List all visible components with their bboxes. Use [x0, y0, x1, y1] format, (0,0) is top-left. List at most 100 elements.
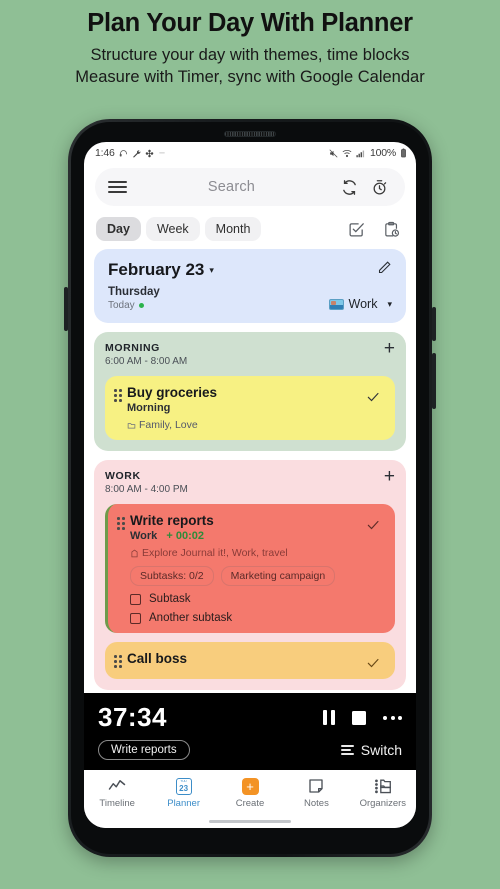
section-title: WORK [105, 470, 141, 482]
promo-subtitle-line1: Structure your day with themes, time blo… [90, 45, 410, 64]
day-of-week: Thursday [108, 286, 160, 298]
note-icon [308, 777, 324, 795]
battery-icon [400, 148, 407, 158]
task-complete-checkmark-icon[interactable] [362, 513, 384, 624]
theme-chevron-down-icon[interactable]: ▾ [387, 299, 392, 310]
task-pill-row: Subtasks: 0/2 Marketing campaign [130, 566, 362, 586]
mute-icon [329, 148, 338, 158]
section-morning: MORNING 6:00 AM - 8:00 AM + Buy grocerie… [94, 332, 406, 451]
drag-handle-icon[interactable] [114, 385, 127, 431]
bottom-navigation: Timeline THU 23 Planner + Create Notes O… [84, 770, 416, 828]
sync-icon[interactable] [336, 174, 362, 200]
add-task-button[interactable]: + [384, 467, 395, 486]
task-card-write-reports[interactable]: Write reports Work + 00:02 Explore Journ… [105, 504, 395, 633]
theme-selector[interactable]: Work ▾ [328, 297, 392, 311]
task-title: Write reports [130, 513, 214, 528]
nav-item-notes[interactable]: Notes [283, 777, 349, 809]
nav-label: Planner [167, 798, 200, 809]
subtask-checkbox-icon[interactable] [130, 593, 141, 605]
promo-subtitle-line2: Measure with Timer, sync with Google Cal… [75, 67, 425, 86]
status-time: 1:46 [95, 147, 115, 159]
page-title[interactable]: February 23 [108, 260, 204, 280]
drag-handle-icon[interactable] [117, 513, 130, 624]
today-text: Today [108, 300, 135, 311]
nav-label: Notes [304, 798, 329, 809]
nav-label: Organizers [359, 798, 407, 809]
theme-label[interactable]: Work [349, 297, 378, 311]
task-complete-checkmark-icon[interactable] [362, 385, 384, 431]
tab-day[interactable]: Day [96, 217, 141, 241]
more-options-icon[interactable] [383, 715, 402, 720]
headphone-icon [119, 149, 128, 158]
task-title: Buy groceries [127, 385, 218, 400]
fan-icon [145, 149, 154, 158]
calendar-day-abbr: THU [180, 778, 187, 783]
subtask-checkbox-icon[interactable] [130, 612, 141, 624]
clipboard-clock-icon[interactable] [378, 216, 404, 242]
battery-percent: 100% [369, 147, 396, 159]
promo-title: Plan Your Day With Planner [87, 9, 413, 37]
section-time-range: 8:00 AM - 4:00 PM [105, 484, 188, 495]
subtasks-count-pill[interactable]: Subtasks: 0/2 [130, 566, 214, 586]
subtask-label: Another subtask [149, 612, 233, 624]
phone-screen: 1:46 100% Search Day Week Month February… [84, 142, 416, 828]
task-timer-added: + 00:02 [166, 530, 204, 542]
status-bar: 1:46 100% [84, 142, 416, 164]
subtask-row[interactable]: Subtask [130, 593, 362, 605]
theme-thumbnail-icon [328, 298, 344, 310]
task-card-call-boss[interactable]: Call boss [105, 642, 395, 679]
project-pill[interactable]: Marketing campaign [220, 566, 336, 586]
task-card-buy-groceries[interactable]: Buy groceries Morning Family, Love [105, 376, 395, 440]
home-indicator [209, 820, 291, 823]
folders-icon [374, 777, 392, 795]
hamburger-menu-icon[interactable] [108, 180, 127, 194]
phone-speaker-grille [224, 131, 276, 137]
phone-volume-button [64, 287, 68, 331]
timer-task-chip[interactable]: Write reports [98, 740, 190, 760]
section-work: WORK 8:00 AM - 4:00 PM + Write reports W… [94, 460, 406, 690]
today-dot-icon [138, 303, 144, 308]
checkbox-checked-icon[interactable] [343, 216, 369, 242]
stop-icon[interactable] [352, 710, 366, 725]
create-plus-glyph: + [241, 777, 259, 795]
phone-mockup: 1:46 100% Search Day Week Month February… [64, 119, 436, 857]
task-tags-text: Explore Journal it!, Work, travel [142, 547, 288, 559]
stopwatch-icon[interactable] [366, 174, 392, 200]
calendar-23-icon: THU 23 [175, 777, 192, 795]
pencil-icon[interactable] [377, 260, 392, 280]
tab-week[interactable]: Week [145, 217, 200, 241]
task-tags: Family, Love [127, 419, 362, 431]
search-bar[interactable]: Search [95, 168, 405, 206]
section-time-range: 6:00 AM - 8:00 AM [105, 356, 188, 367]
wifi-icon [342, 149, 352, 158]
chevron-down-icon[interactable]: ▾ [209, 265, 214, 276]
tab-month[interactable]: Month [204, 217, 262, 241]
plus-square-icon: + [241, 777, 259, 795]
nav-item-organizers[interactable]: Organizers [350, 777, 416, 809]
subtask-row[interactable]: Another subtask [130, 612, 362, 624]
drag-handle-icon[interactable] [114, 651, 127, 670]
timer-elapsed: 37:34 [98, 702, 167, 732]
subtask-label: Subtask [149, 593, 191, 605]
task-title: Call boss [127, 651, 188, 666]
nav-label: Timeline [99, 798, 135, 809]
signal-icon [356, 149, 366, 158]
nav-label: Create [235, 798, 265, 809]
switch-label: Switch [360, 742, 402, 758]
search-input[interactable]: Search [131, 179, 332, 195]
switch-button[interactable]: Switch [340, 742, 402, 758]
calendar-day-number: 23 [179, 783, 189, 793]
task-complete-checkmark-icon[interactable] [362, 651, 384, 670]
add-task-button[interactable]: + [384, 339, 395, 358]
nav-item-create[interactable]: + Create [217, 777, 283, 809]
phone-volume-rocker [432, 353, 436, 409]
list-icon [340, 744, 354, 756]
task-tags-text: Family, Love [139, 419, 198, 431]
dash-icon [158, 149, 166, 157]
task-subtitle-text: Work [130, 530, 158, 542]
task-tags: Explore Journal it!, Work, travel [130, 547, 362, 559]
nav-item-planner[interactable]: THU 23 Planner [150, 777, 216, 809]
date-card[interactable]: February 23 ▾ Thursday Today Work ▾ [94, 249, 406, 323]
pause-icon[interactable] [322, 710, 335, 725]
nav-item-timeline[interactable]: Timeline [84, 777, 150, 809]
